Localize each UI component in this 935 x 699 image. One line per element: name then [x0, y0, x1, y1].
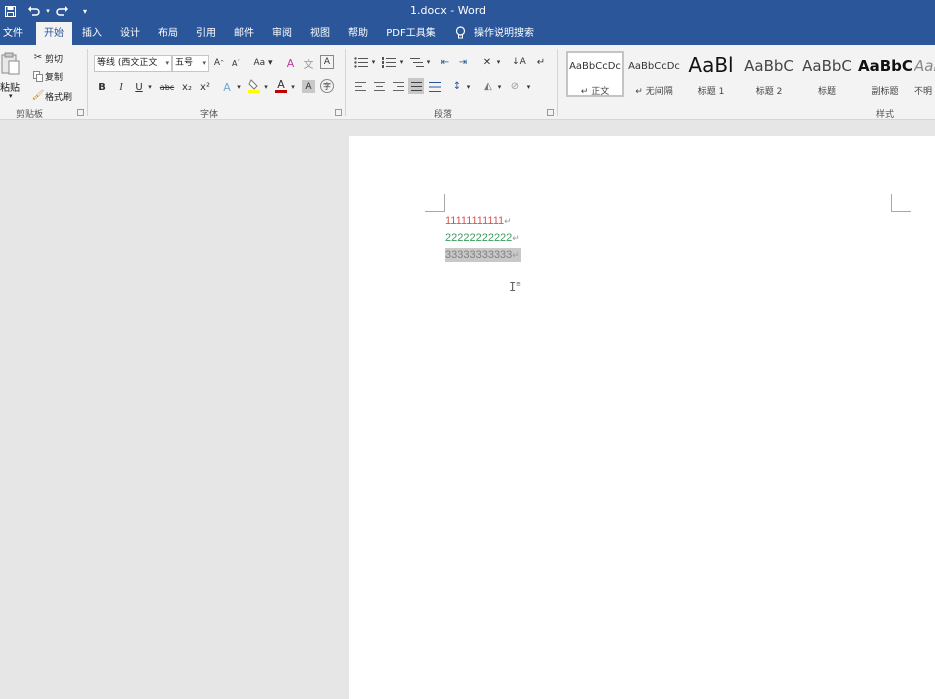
- divider: [557, 49, 558, 116]
- align-center-icon[interactable]: [373, 81, 385, 92]
- character-shading-icon[interactable]: A: [302, 80, 315, 93]
- document-line-2[interactable]: 22222222222↵: [445, 231, 520, 245]
- align-left-icon[interactable]: [354, 81, 366, 92]
- enclose-characters-icon[interactable]: 字: [320, 79, 334, 93]
- phonetic-guide-icon[interactable]: 文: [302, 56, 315, 71]
- underline-dropdown-icon[interactable]: ▾: [146, 80, 154, 94]
- margin-corner-right: [891, 194, 911, 212]
- title-bar: ▾ ▾ 1.docx - Word: [0, 0, 935, 22]
- divider: [345, 49, 346, 116]
- highlight-icon[interactable]: [247, 78, 261, 94]
- tab-mailings[interactable]: 邮件: [228, 22, 260, 45]
- clipboard-launcher-icon[interactable]: [77, 109, 84, 116]
- style-heading-2[interactable]: AaBbC 标题 2: [742, 51, 796, 97]
- numbering-dropdown-icon[interactable]: ▾: [398, 56, 405, 68]
- distributed-icon[interactable]: [428, 80, 442, 93]
- paste-icon[interactable]: [0, 51, 22, 77]
- tab-layout[interactable]: 布局: [152, 22, 184, 45]
- format-painter-icon[interactable]: 🖌: [32, 89, 45, 101]
- cut-button[interactable]: 剪切: [45, 52, 63, 65]
- font-color-dropdown-icon[interactable]: ▾: [289, 80, 297, 94]
- borders-dropdown-icon[interactable]: ▾: [525, 80, 532, 93]
- increase-indent-icon[interactable]: ⇥: [456, 56, 470, 68]
- change-case-icon[interactable]: Aa ▾: [252, 56, 274, 70]
- font-color-icon[interactable]: A: [274, 78, 288, 94]
- tell-me-search[interactable]: 操作说明搜索: [472, 22, 536, 45]
- paragraph-mark-icon: ↵: [504, 216, 512, 226]
- tab-insert[interactable]: 插入: [76, 22, 108, 45]
- borders-icon[interactable]: ⊘: [508, 80, 522, 93]
- highlight-dropdown-icon[interactable]: ▾: [262, 80, 270, 94]
- clipboard-group-label: 剪贴板: [16, 110, 44, 120]
- sort-icon[interactable]: ↓A: [512, 56, 526, 68]
- style-title[interactable]: AaBbC 标题: [800, 51, 854, 97]
- italic-button[interactable]: I: [115, 80, 127, 94]
- paragraph-group-label: 段落: [434, 110, 453, 120]
- copy-button[interactable]: 复制: [45, 70, 63, 83]
- chinese-layout-icon[interactable]: ✕: [480, 56, 494, 68]
- font-group-label: 字体: [200, 110, 219, 120]
- tab-file[interactable]: 文件: [0, 22, 26, 45]
- bullets-icon[interactable]: [354, 56, 368, 68]
- format-painter-button[interactable]: 格式刷: [45, 90, 72, 103]
- shrink-font-icon[interactable]: Aˇ: [230, 56, 242, 70]
- strikethrough-button[interactable]: abc: [158, 80, 176, 94]
- ribbon-tabs: 文件 开始 插入 设计 布局 引用 邮件 审阅 视图 帮助 PDF工具集 操作说…: [0, 22, 935, 45]
- window-title: 1.docx - Word: [410, 4, 487, 17]
- shading-dropdown-icon[interactable]: ▾: [496, 80, 503, 93]
- tab-review[interactable]: 审阅: [266, 22, 298, 45]
- text-effects-dropdown-icon[interactable]: ▾: [235, 80, 243, 94]
- tab-view[interactable]: 视图: [304, 22, 336, 45]
- grow-font-icon[interactable]: A ^: [213, 56, 225, 70]
- bold-button[interactable]: B: [96, 80, 108, 94]
- chinese-layout-dropdown-icon[interactable]: ▾: [495, 56, 502, 68]
- paragraph-mark-icon: ↵: [512, 250, 520, 260]
- lightbulb-icon: [455, 26, 466, 39]
- ribbon: 粘贴 ▾ ✂ 剪切 复制 🖌 格式刷 剪贴板 等线 (西文正文 ▾ 五号 ▾ A ^ …: [0, 45, 935, 120]
- document-page[interactable]: [349, 136, 935, 699]
- subscript-button[interactable]: x₂: [180, 80, 194, 94]
- tab-design[interactable]: 设计: [114, 22, 146, 45]
- show-marks-icon[interactable]: ↵: [534, 56, 548, 68]
- style-heading-1[interactable]: AaBl 标题 1: [684, 51, 738, 97]
- justify-icon[interactable]: [408, 78, 424, 94]
- shading-icon[interactable]: ◭: [481, 80, 495, 93]
- paragraph-launcher-icon[interactable]: [547, 109, 554, 116]
- tab-home[interactable]: 开始: [36, 22, 72, 45]
- superscript-button[interactable]: x²: [198, 80, 212, 94]
- style-no-spacing[interactable]: AaBbCcDc ↵ 无间隔: [626, 51, 682, 97]
- underline-button[interactable]: U: [133, 80, 145, 94]
- document-line-1[interactable]: 11111111111↵: [445, 214, 512, 228]
- style-normal[interactable]: AaBbCcDc ↵ 正文: [566, 51, 624, 97]
- align-right-icon[interactable]: [392, 81, 404, 92]
- style-subtle-emphasis[interactable]: AaBl 不明: [914, 51, 935, 97]
- numbering-icon[interactable]: [382, 56, 396, 68]
- tab-pdf-tools[interactable]: PDF工具集: [382, 22, 440, 45]
- line-spacing-dropdown-icon[interactable]: ▾: [465, 80, 472, 93]
- style-subtitle[interactable]: AaBbC 副标题: [858, 51, 912, 97]
- copy-icon[interactable]: [32, 70, 44, 82]
- font-launcher-icon[interactable]: [335, 109, 342, 116]
- line-spacing-icon[interactable]: ↕: [450, 80, 464, 93]
- document-line-3-selected[interactable]: 33333333333↵: [445, 248, 521, 262]
- font-size-select[interactable]: 五号 ▾: [172, 55, 209, 72]
- scissors-icon[interactable]: ✂: [32, 51, 44, 63]
- tab-help[interactable]: 帮助: [342, 22, 374, 45]
- paragraph-mark-icon: ↵: [512, 233, 520, 243]
- character-border-icon[interactable]: A: [320, 55, 334, 69]
- font-name-select[interactable]: 等线 (西文正文 ▾: [94, 55, 172, 72]
- paste-dropdown-icon[interactable]: ▾: [9, 92, 13, 100]
- bullets-dropdown-icon[interactable]: ▾: [370, 56, 377, 68]
- text-effects-icon[interactable]: A: [220, 80, 234, 94]
- divider: [87, 49, 88, 116]
- multilevel-dropdown-icon[interactable]: ▾: [425, 56, 432, 68]
- margin-corner-left: [425, 194, 445, 212]
- i-beam-cursor-icon: I≡: [509, 280, 521, 294]
- clear-formatting-icon[interactable]: A: [284, 56, 297, 70]
- tab-references[interactable]: 引用: [190, 22, 222, 45]
- multilevel-list-icon[interactable]: [410, 56, 424, 68]
- decrease-indent-icon[interactable]: ⇤: [438, 56, 452, 68]
- styles-group-label: 样式: [876, 110, 895, 120]
